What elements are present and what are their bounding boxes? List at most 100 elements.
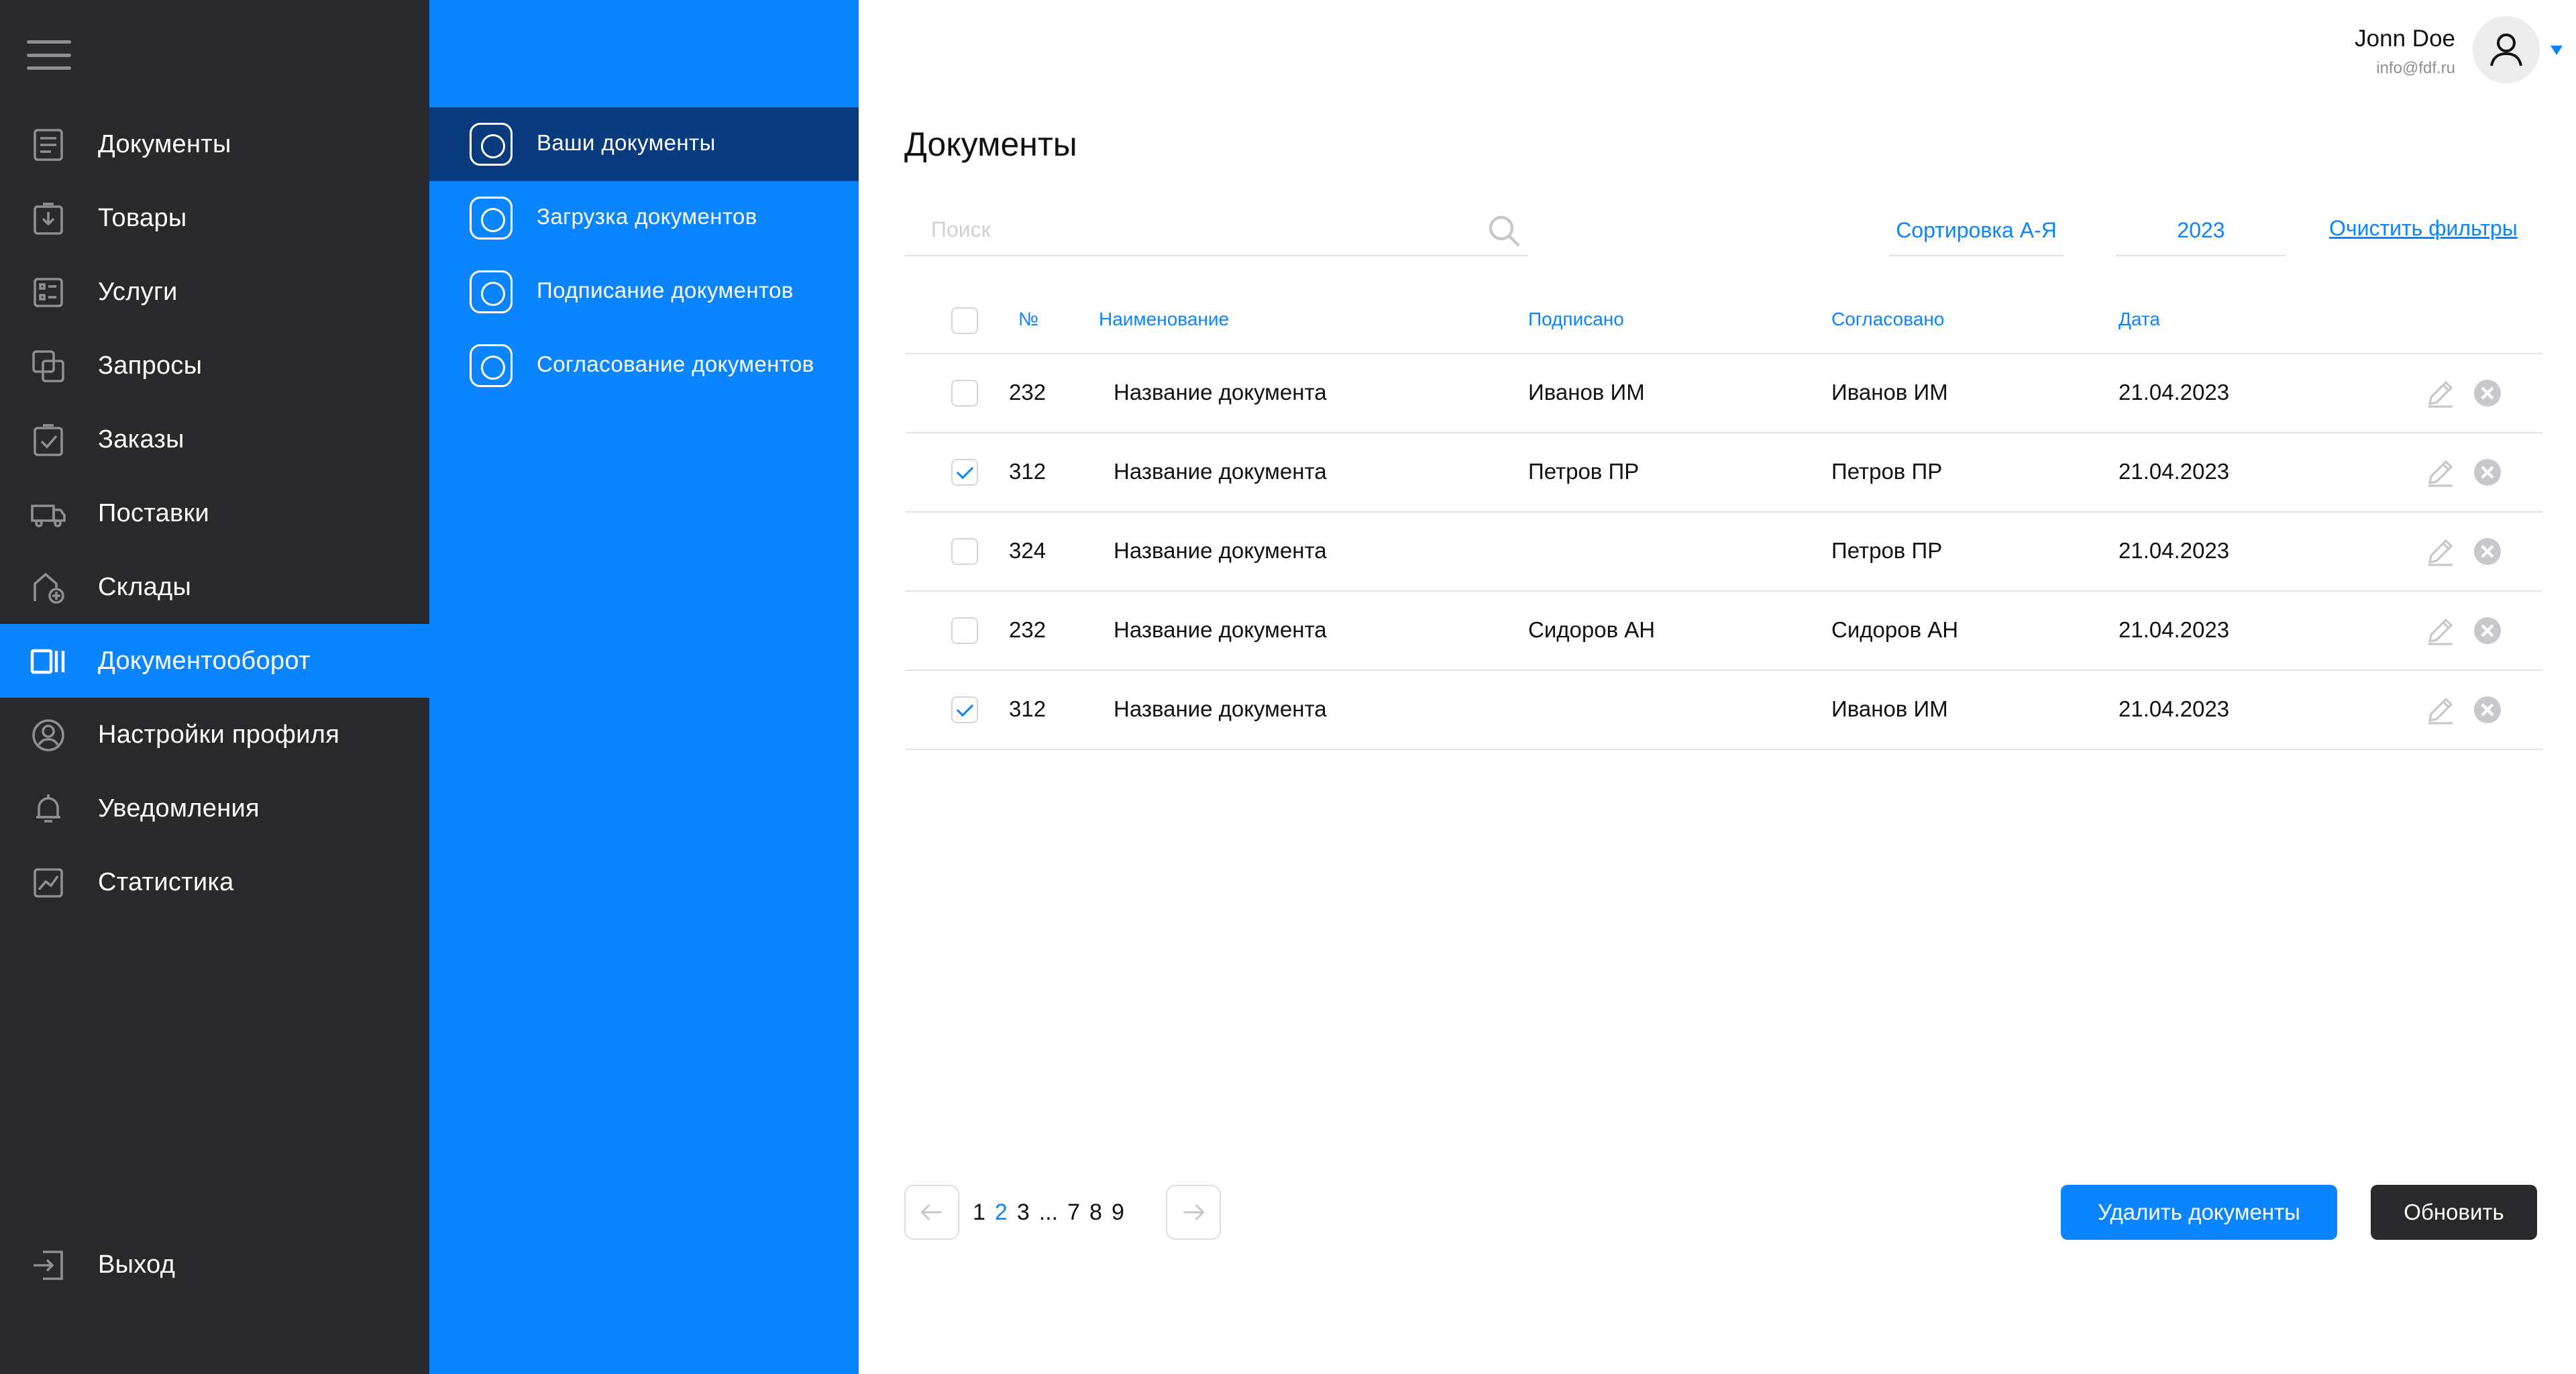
table-row[interactable]: 232 Название документа Сидоров АН Сидоро…: [906, 592, 2542, 671]
logout-button[interactable]: Выход: [0, 1228, 429, 1302]
year-filter[interactable]: 2023: [2116, 205, 2286, 256]
circle-square-icon: [470, 270, 513, 313]
row-checkbox[interactable]: [951, 380, 978, 407]
sidebar-item-warehouses[interactable]: Склады: [0, 550, 429, 624]
page-number[interactable]: 9: [1112, 1200, 1124, 1226]
arrow-left-icon: [920, 1204, 942, 1221]
subnav-panel: Ваши документы Загрузка документов Подпи…: [429, 0, 859, 1374]
row-checkbox[interactable]: [951, 459, 978, 486]
cell-signed: Иванов ИМ: [1528, 380, 1645, 405]
cell-approved: Петров ПР: [1831, 538, 1943, 563]
logout-label: Выход: [98, 1250, 176, 1279]
table-row[interactable]: 312 Название документа Петров ПР Петров …: [906, 433, 2542, 513]
subnav-item-your-documents[interactable]: Ваши документы: [429, 107, 859, 181]
cell-name: Название документа: [1114, 459, 1327, 484]
delete-icon[interactable]: [2471, 535, 2504, 568]
table-row[interactable]: 312 Название документа Иванов ИМ 21.04.2…: [906, 671, 2542, 750]
arrow-right-icon: [1183, 1204, 1205, 1221]
sidebar-item-notifications[interactable]: Уведомления: [0, 772, 429, 845]
subnav-item-label: Ваши документы: [537, 130, 716, 155]
sidebar-item-label: Склады: [98, 572, 192, 601]
cell-approved: Петров ПР: [1831, 459, 1943, 484]
sidebar-item-label: Настройки профиля: [98, 720, 340, 749]
edit-icon[interactable]: [2424, 615, 2457, 647]
edit-icon[interactable]: [2424, 456, 2457, 488]
column-header-name: Наименование: [1099, 309, 1230, 329]
page-number[interactable]: 8: [1089, 1200, 1102, 1226]
table-body: 232 Название документа Иванов ИМ Иванов …: [906, 354, 2542, 750]
warehouse-icon: [30, 569, 67, 606]
next-page-button[interactable]: [1166, 1185, 1221, 1240]
sidebar-item-statistics[interactable]: Статистика: [0, 845, 429, 919]
cell-signed: Петров ПР: [1528, 459, 1640, 484]
search-bar: [904, 205, 1528, 256]
copy-icon: [30, 348, 67, 385]
circle-square-icon: [470, 123, 513, 166]
search-input[interactable]: [904, 205, 1468, 254]
subnav-item-approve-documents[interactable]: Согласование документов: [429, 329, 859, 403]
sidebar-item-document-flow[interactable]: Документооборот: [0, 624, 429, 698]
cell-name: Название документа: [1114, 696, 1327, 721]
sidebar-item-deliveries[interactable]: Поставки: [0, 476, 429, 550]
table-row[interactable]: 232 Название документа Иванов ИМ Иванов …: [906, 354, 2542, 433]
page-number[interactable]: 7: [1067, 1200, 1080, 1226]
edit-icon[interactable]: [2424, 694, 2457, 726]
menu-icon[interactable]: [27, 40, 71, 70]
column-header-approved: Согласовано: [1831, 309, 1945, 329]
sidebar-item-documents[interactable]: Документы: [0, 107, 429, 181]
edit-icon[interactable]: [2424, 535, 2457, 568]
chevron-down-icon[interactable]: [2551, 46, 2563, 55]
circle-square-icon: [470, 344, 513, 387]
sidebar: Документы Товары Услуги Запросы Заказы П…: [0, 0, 429, 1374]
subnav-item-sign-documents[interactable]: Подписание документов: [429, 255, 859, 329]
sidebar-item-label: Запросы: [98, 351, 203, 380]
list-icon: [30, 274, 67, 311]
edit-icon[interactable]: [2424, 377, 2457, 409]
prev-page-button[interactable]: [904, 1185, 959, 1240]
cell-date: 21.04.2023: [2118, 696, 2230, 721]
sidebar-item-label: Товары: [98, 203, 187, 232]
search-icon[interactable]: [1485, 212, 1523, 250]
row-checkbox[interactable]: [951, 696, 978, 723]
chart-icon: [30, 864, 67, 902]
avatar[interactable]: [2473, 16, 2540, 83]
profile-icon: [30, 717, 67, 754]
sidebar-item-requests[interactable]: Запросы: [0, 329, 429, 403]
subnav-item-upload-documents[interactable]: Загрузка документов: [429, 181, 859, 255]
delete-documents-button[interactable]: Удалить документы: [2061, 1185, 2337, 1240]
refresh-button[interactable]: Обновить: [2371, 1185, 2537, 1240]
sidebar-item-services[interactable]: Услуги: [0, 255, 429, 329]
row-checkbox[interactable]: [951, 617, 978, 644]
row-checkbox[interactable]: [951, 538, 978, 565]
cell-date: 21.04.2023: [2118, 459, 2230, 484]
subnav-item-label: Подписание документов: [537, 278, 794, 303]
delete-icon[interactable]: [2471, 615, 2504, 647]
subnav-item-label: Загрузка документов: [537, 204, 757, 229]
sidebar-item-profile-settings[interactable]: Настройки профиля: [0, 698, 429, 772]
column-header-date: Дата: [2118, 309, 2161, 329]
sidebar-item-orders[interactable]: Заказы: [0, 403, 429, 476]
sort-filter[interactable]: Сортировка А-Я: [1889, 205, 2063, 256]
circle-square-icon: [470, 197, 513, 240]
page-number[interactable]: 1: [973, 1200, 985, 1226]
cell-number: 324: [1009, 538, 1046, 563]
delete-icon[interactable]: [2471, 456, 2504, 488]
cell-number: 232: [1009, 617, 1046, 642]
cell-date: 21.04.2023: [2118, 380, 2230, 405]
delete-icon[interactable]: [2471, 377, 2504, 409]
subnav-item-label: Согласование документов: [537, 352, 814, 376]
page-number[interactable]: 2: [995, 1200, 1008, 1226]
select-all-checkbox[interactable]: [951, 307, 978, 334]
document-icon: [30, 126, 67, 164]
box-icon: [30, 200, 67, 237]
cell-date: 21.04.2023: [2118, 538, 2230, 563]
page-number[interactable]: 3: [1017, 1200, 1030, 1226]
table-row[interactable]: 324 Название документа Петров ПР 21.04.2…: [906, 513, 2542, 592]
sidebar-item-goods[interactable]: Товары: [0, 181, 429, 255]
sidebar-item-label: Заказы: [98, 425, 184, 454]
workflow-icon: [30, 643, 67, 680]
page-title: Документы: [904, 125, 1077, 163]
delete-icon[interactable]: [2471, 694, 2504, 726]
sidebar-item-label: Уведомления: [98, 794, 260, 823]
clear-filters-link[interactable]: Очистить фильтры: [2329, 216, 2518, 241]
